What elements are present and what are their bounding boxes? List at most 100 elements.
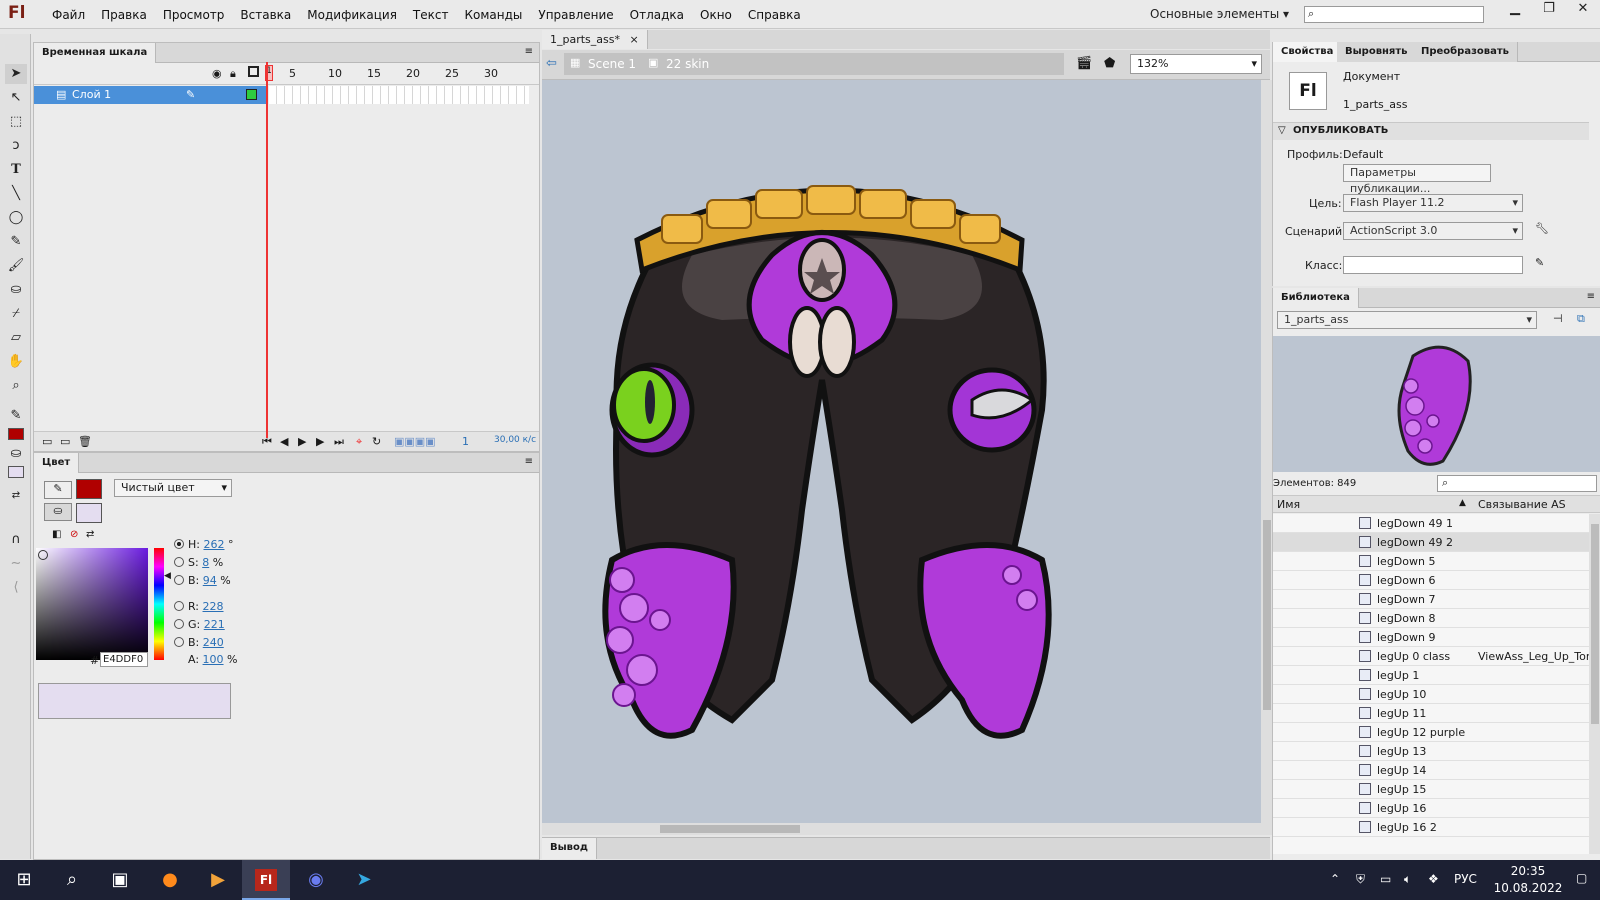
menu-insert[interactable]: Вставка bbox=[232, 8, 299, 22]
list-item[interactable]: legDown 49 2 bbox=[1273, 533, 1589, 552]
flash-app-icon[interactable]: Fl bbox=[242, 860, 290, 900]
list-item[interactable]: legUp 16 bbox=[1273, 799, 1589, 818]
swap-colors-icon[interactable]: ⇄ bbox=[5, 486, 27, 506]
tab-output[interactable]: Вывод bbox=[542, 838, 597, 859]
list-item[interactable]: legUp 10 bbox=[1273, 685, 1589, 704]
wrench-icon[interactable]: 🔧︎ bbox=[1535, 222, 1549, 235]
selection-tool-icon[interactable]: ➤ bbox=[5, 64, 27, 84]
list-item[interactable]: legDown 7 bbox=[1273, 590, 1589, 609]
eyedropper-tool-icon[interactable]: ⌿ bbox=[5, 304, 27, 324]
workspace-switcher[interactable]: Основные элементы ▾ bbox=[1150, 7, 1289, 21]
list-item[interactable]: legDown 49 1 bbox=[1273, 514, 1589, 533]
class-input[interactable] bbox=[1343, 256, 1523, 274]
panel-menu-icon[interactable]: ≡ bbox=[525, 46, 533, 57]
windows-start-icon[interactable]: ⊞ bbox=[0, 860, 48, 900]
eraser-tool-icon[interactable]: ▱ bbox=[5, 328, 27, 348]
fill-color-swatch[interactable] bbox=[8, 466, 24, 478]
radio-icon[interactable] bbox=[174, 557, 184, 567]
chevron-up-icon[interactable]: ⌃ bbox=[1330, 872, 1340, 886]
center-frame-icon[interactable]: ⌖ bbox=[356, 435, 362, 449]
hue-value[interactable]: 262 bbox=[203, 538, 224, 551]
column-name[interactable]: Имя bbox=[1277, 498, 1300, 511]
eye-icon[interactable]: ◉ bbox=[212, 67, 222, 80]
fps-value[interactable]: 30,00 к/с bbox=[494, 435, 536, 445]
character-artwork[interactable] bbox=[542, 80, 1261, 823]
task-view-icon[interactable]: ▣ bbox=[96, 860, 144, 900]
delete-layer-icon[interactable]: 🗑 bbox=[78, 435, 92, 448]
list-item[interactable]: legDown 8 bbox=[1273, 609, 1589, 628]
saturation-value[interactable]: 8 bbox=[202, 556, 209, 569]
search-icon[interactable]: ⌕ bbox=[48, 860, 96, 900]
fill-type-select[interactable]: Чистый цвет ▾ bbox=[114, 479, 232, 497]
tab-library[interactable]: Библиотека bbox=[1273, 288, 1359, 308]
pencil-tool-icon[interactable]: ✎ bbox=[5, 232, 27, 252]
pin-library-icon[interactable]: ⊣ bbox=[1553, 312, 1563, 325]
list-item[interactable]: legUp 16 2 bbox=[1273, 818, 1589, 837]
clock-time[interactable]: 20:35 bbox=[1498, 864, 1558, 878]
menu-text[interactable]: Текст bbox=[405, 8, 457, 22]
radio-icon[interactable] bbox=[174, 637, 184, 647]
notification-icon[interactable]: ▢ bbox=[1576, 871, 1587, 885]
tab-timeline[interactable]: Временная шкала bbox=[34, 43, 157, 63]
list-item[interactable]: legDown 5 bbox=[1273, 552, 1589, 571]
hue-slider[interactable] bbox=[154, 548, 164, 660]
hand-tool-icon[interactable]: ✋ bbox=[5, 352, 27, 372]
fill-swatch[interactable] bbox=[76, 503, 102, 523]
help-search-input[interactable]: ⌕ bbox=[1304, 6, 1484, 23]
free-transform-tool-icon[interactable]: ⬚ bbox=[5, 112, 27, 132]
library-search-input[interactable]: ⌕ bbox=[1437, 475, 1597, 492]
menu-modify[interactable]: Модификация bbox=[299, 8, 405, 22]
layer-name[interactable]: Слой 1 bbox=[34, 86, 267, 104]
tab-properties[interactable]: Свойства bbox=[1273, 42, 1343, 62]
menu-debug[interactable]: Отладка bbox=[622, 8, 692, 22]
list-item[interactable]: legDown 6 bbox=[1273, 571, 1589, 590]
list-item[interactable]: legDown 9 bbox=[1273, 628, 1589, 647]
clock-date[interactable]: 10.08.2022 bbox=[1486, 881, 1570, 895]
library-document-select[interactable]: 1_parts_ass ▾ bbox=[1277, 311, 1537, 329]
security-icon[interactable]: ⛨ bbox=[1356, 872, 1365, 887]
breadcrumb-symbol[interactable]: 22 skin bbox=[666, 57, 709, 71]
blue-value[interactable]: 240 bbox=[203, 636, 224, 649]
subselection-tool-icon[interactable]: ↖ bbox=[5, 88, 27, 108]
hue-row[interactable]: H: 262 ° bbox=[174, 538, 264, 555]
menu-view[interactable]: Просмотр bbox=[155, 8, 233, 22]
brightness-row[interactable]: B: 94 % bbox=[174, 574, 264, 591]
straighten-icon[interactable]: ⟨ bbox=[5, 578, 27, 598]
volume-icon[interactable]: 🔈︎ bbox=[1404, 872, 1411, 887]
outline-icon[interactable] bbox=[248, 66, 259, 77]
edit-symbols-icon[interactable]: ⬟ bbox=[1104, 56, 1115, 71]
script-select[interactable]: ActionScript 3.0 ▾ bbox=[1343, 222, 1523, 240]
red-row[interactable]: R: 228 bbox=[174, 600, 264, 617]
list-item[interactable]: legUp 0 class ViewAss_Leg_Up_Ton bbox=[1273, 647, 1589, 666]
restore-button[interactable]: ❐ bbox=[1532, 0, 1566, 20]
firefox-icon[interactable]: ● bbox=[146, 860, 194, 900]
new-folder-icon[interactable]: ▭ bbox=[60, 435, 70, 448]
color-spectrum[interactable] bbox=[36, 548, 148, 660]
red-value[interactable]: 228 bbox=[203, 600, 224, 613]
list-item[interactable]: legUp 13 bbox=[1273, 742, 1589, 761]
new-library-panel-icon[interactable]: ⧉ bbox=[1577, 312, 1585, 326]
language-indicator[interactable]: РУС bbox=[1454, 872, 1477, 886]
close-icon[interactable]: × bbox=[630, 33, 639, 46]
smooth-icon[interactable]: ∼ bbox=[5, 554, 27, 574]
menu-commands[interactable]: Команды bbox=[456, 8, 530, 22]
edit-scene-icon[interactable]: 🎬︎ bbox=[1076, 56, 1093, 71]
list-item[interactable]: legUp 15 bbox=[1273, 780, 1589, 799]
list-item[interactable]: legUp 11 bbox=[1273, 704, 1589, 723]
target-select[interactable]: Flash Player 11.2 ▾ bbox=[1343, 194, 1523, 212]
scroll-thumb[interactable] bbox=[1263, 520, 1271, 710]
publish-settings-button[interactable]: Параметры публикации... bbox=[1343, 164, 1491, 195]
hex-input[interactable]: E4DDF0 bbox=[100, 652, 148, 667]
fill-bucket-icon[interactable]: ⛀ bbox=[44, 503, 72, 521]
swap-colors-icon[interactable]: ⇄ bbox=[86, 529, 94, 540]
brightness-value[interactable]: 94 bbox=[203, 574, 217, 587]
stroke-swatch[interactable] bbox=[76, 479, 102, 499]
list-item[interactable]: legUp 12 purple bbox=[1273, 723, 1589, 742]
tab-color[interactable]: Цвет bbox=[34, 453, 80, 473]
dropbox-icon[interactable]: ❖ bbox=[1428, 872, 1439, 886]
blue-row[interactable]: B: 240 bbox=[174, 636, 264, 653]
telegram-icon[interactable]: ➤ bbox=[340, 860, 388, 900]
snap-magnet-icon[interactable]: ∩ bbox=[5, 530, 27, 550]
minimize-button[interactable]: ▁ bbox=[1498, 0, 1532, 20]
tab-document[interactable]: 1_parts_ass* × bbox=[542, 30, 648, 49]
